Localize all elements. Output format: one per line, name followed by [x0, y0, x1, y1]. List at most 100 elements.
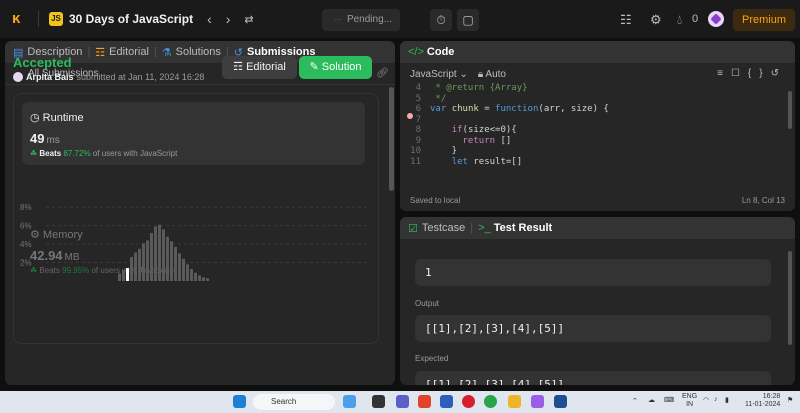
runtime-distribution-chart[interactable]: 8% 6% 4% 2%: [14, 186, 379, 286]
timer-icon[interactable]: ⏱: [430, 9, 452, 31]
chart-bar[interactable]: [158, 224, 161, 281]
prev-problem-icon[interactable]: ‹: [207, 11, 212, 27]
code-line[interactable]: 8 if(size<=0){: [400, 125, 795, 136]
runtime-title-row: ◷ Runtime: [30, 111, 84, 124]
chrome-icon[interactable]: [484, 395, 497, 408]
settings-icon[interactable]: ⚙: [650, 12, 662, 28]
format-icon[interactable]: ≡: [717, 68, 731, 79]
editorial-button[interactable]: ☶ Editorial: [222, 56, 297, 79]
code-text: }: [430, 146, 458, 156]
code-scrollbar[interactable]: [788, 91, 792, 129]
notes-icon[interactable]: ▢: [457, 9, 479, 31]
language-select[interactable]: JavaScript ⌄: [410, 69, 468, 80]
cursor-position: Ln 8, Col 13: [741, 196, 785, 205]
app-icon[interactable]: [531, 395, 544, 408]
code-line[interactable]: 11 let result=[]: [400, 157, 795, 168]
onedrive-icon[interactable]: ☁: [648, 396, 655, 404]
code-line[interactable]: 9 return []: [400, 136, 795, 147]
runtime-card[interactable]: ◷ Runtime 49 ms ☘ Beats 87.72% of users w…: [22, 102, 365, 165]
app-l-icon[interactable]: [440, 395, 453, 408]
input-value-box: 1: [415, 259, 771, 286]
chart-bar[interactable]: [162, 229, 165, 281]
code-editor[interactable]: 4 * @return {Array} 5 */6 var chunk = func…: [400, 83, 795, 180]
widgets-icon[interactable]: [343, 395, 356, 408]
chart-bar[interactable]: [166, 236, 169, 281]
chart-bar[interactable]: [194, 272, 197, 281]
chart-bar[interactable]: [190, 269, 193, 281]
file-explorer-icon[interactable]: [372, 395, 385, 408]
code-line[interactable]: 6 var chunk = function(arr, size) {: [400, 104, 795, 115]
test-scrollbar[interactable]: [788, 251, 792, 345]
line-number: 10: [410, 146, 421, 156]
chart-bar[interactable]: [170, 241, 173, 281]
chart-bar[interactable]: [134, 252, 137, 281]
chart-bar[interactable]: [122, 269, 125, 281]
keyboard-icon[interactable]: ⌨: [664, 396, 674, 404]
chart-bar[interactable]: [178, 253, 181, 281]
chart-bar[interactable]: [118, 273, 121, 281]
bookmark-icon[interactable]: ☐: [731, 68, 748, 79]
username[interactable]: Arpita Bais: [26, 72, 74, 82]
language-indicator[interactable]: ENG IN: [682, 393, 697, 409]
next-problem-icon[interactable]: ›: [226, 11, 231, 27]
pending-button[interactable]: ·· Pending...: [322, 9, 400, 31]
share-link-icon[interactable]: 🔗︎: [376, 68, 389, 79]
auto-mode[interactable]: 🔒︎ Auto: [478, 69, 506, 80]
teams-icon[interactable]: [396, 395, 409, 408]
reset-icon[interactable]: ↺: [771, 68, 787, 79]
runtime-beats-pct: 87.72%: [63, 149, 91, 158]
tab-solutions[interactable]: Solutions: [176, 46, 221, 58]
notification-icon[interactable]: ⚑: [787, 396, 793, 404]
chart-bar[interactable]: [126, 268, 129, 281]
chart-bar[interactable]: [146, 240, 149, 281]
leetcode-logo-icon[interactable]: ᴋ: [12, 11, 28, 27]
study-plan-title[interactable]: 30 Days of JavaScript: [69, 12, 193, 26]
chart-bar[interactable]: [150, 233, 153, 281]
chart-bar[interactable]: [154, 226, 157, 281]
chart-bar[interactable]: [142, 243, 145, 281]
fire-icon[interactable]: 💧︎: [677, 12, 682, 28]
code-line[interactable]: 7: [400, 115, 795, 126]
chart-bar[interactable]: [182, 258, 185, 281]
wifi-icon[interactable]: ◠: [703, 396, 709, 404]
chevron-down-icon: ⌄: [459, 68, 468, 80]
windows-start-icon[interactable]: [233, 395, 246, 408]
chart-bar[interactable]: [186, 264, 189, 281]
store-icon[interactable]: [554, 395, 567, 408]
opera-icon[interactable]: [462, 395, 475, 408]
tab-test-result[interactable]: Test Result: [494, 222, 552, 234]
runtime-unit: ms: [46, 135, 60, 146]
premium-button[interactable]: Premium: [733, 9, 795, 31]
tab-testcase[interactable]: Testcase: [422, 222, 465, 234]
code-line[interactable]: 10 }: [400, 146, 795, 157]
chart-bar[interactable]: [202, 277, 205, 281]
avatar[interactable]: [708, 11, 724, 27]
code-text: * @return {Array}: [430, 83, 528, 93]
chart-bar[interactable]: [198, 275, 201, 281]
clock[interactable]: 16:28 11-01-2024: [745, 393, 780, 409]
y-tick-label: 8%: [20, 203, 32, 212]
tab-editorial[interactable]: Editorial: [109, 46, 149, 58]
braces-icon[interactable]: {}: [748, 68, 771, 79]
chart-bar[interactable]: [174, 246, 177, 281]
taskbar-search[interactable]: Search: [253, 394, 335, 410]
left-scrollbar[interactable]: [389, 87, 394, 191]
chart-bar[interactable]: [130, 257, 133, 281]
battery-icon[interactable]: ▮: [725, 396, 729, 404]
chart-bar[interactable]: [206, 278, 209, 281]
tab-separator: |: [87, 46, 91, 58]
code-line[interactable]: 4 * @return {Array}: [400, 83, 795, 94]
shuffle-icon[interactable]: ⇄: [244, 13, 253, 26]
code-icon: </>: [408, 46, 424, 58]
checkbox-icon: ☑: [408, 222, 418, 235]
brave-icon[interactable]: [418, 395, 431, 408]
line-number: 9: [415, 135, 421, 146]
grid-menu-icon[interactable]: ☷: [620, 12, 632, 28]
code-line[interactable]: 5 */: [400, 94, 795, 105]
volume-icon[interactable]: ♪: [714, 396, 718, 403]
chevron-up-icon[interactable]: ⌃: [632, 397, 638, 405]
chart-bar[interactable]: [138, 248, 141, 281]
folder-icon[interactable]: [508, 395, 521, 408]
solution-button[interactable]: ✎ Solution: [299, 56, 372, 79]
breakpoint-dot[interactable]: [407, 113, 413, 119]
